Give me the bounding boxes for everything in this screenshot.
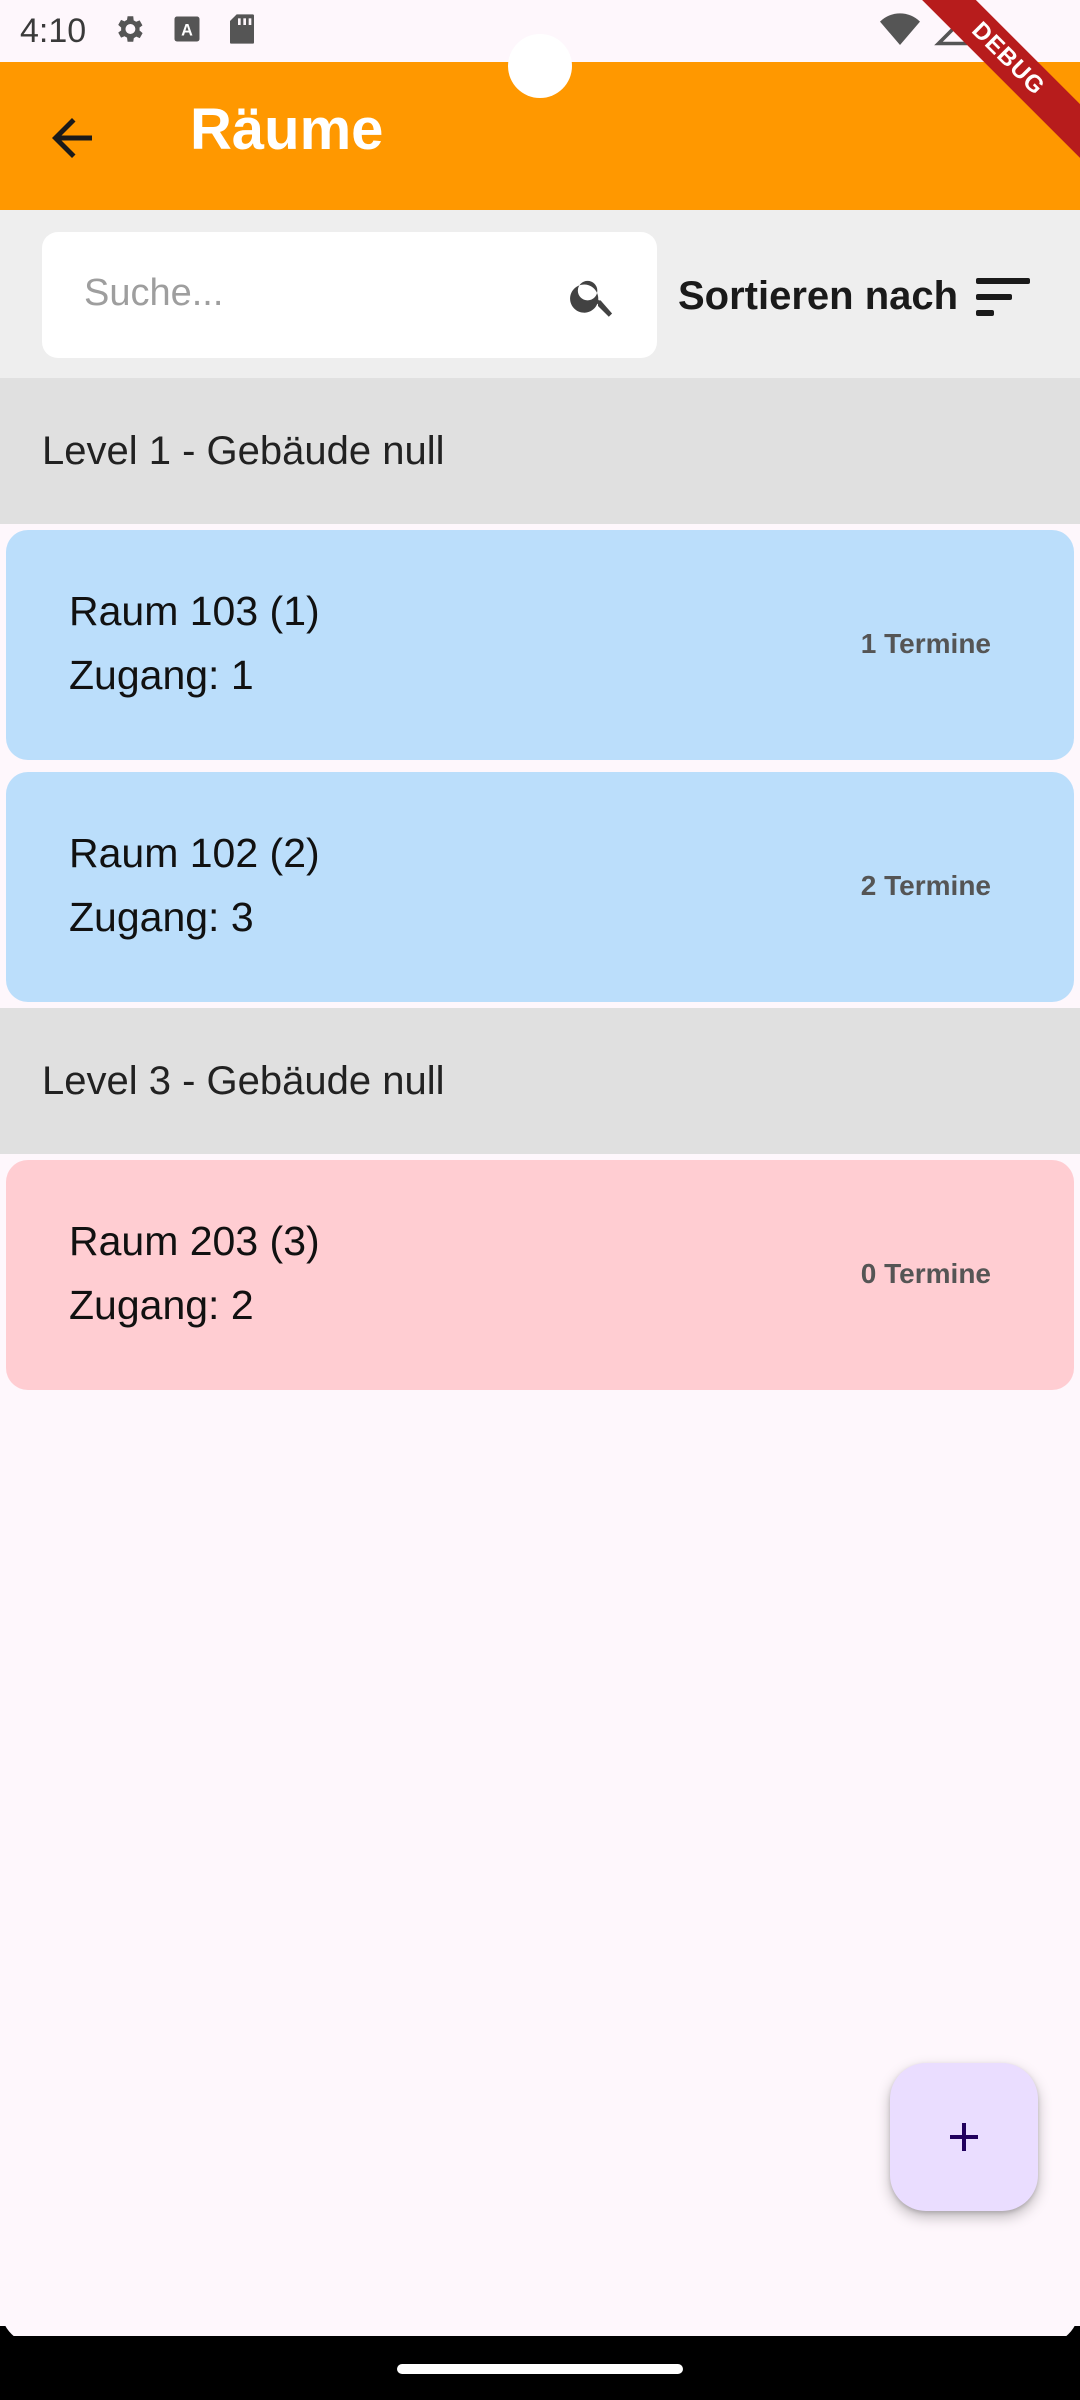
settings-icon bbox=[112, 12, 146, 51]
room-access: Zugang: 3 bbox=[69, 894, 254, 940]
room-card-102[interactable]: Raum 102 (2) Zugang: 3 2 Termine bbox=[6, 772, 1074, 1002]
font-app-icon: A bbox=[172, 14, 202, 49]
room-name: Raum 102 (2) bbox=[69, 830, 320, 876]
arrow-back-icon bbox=[52, 118, 92, 158]
section-header-label: Level 3 - Gebäude null bbox=[42, 1058, 445, 1103]
search-input[interactable]: Suche... bbox=[42, 232, 657, 358]
plus-icon bbox=[950, 2123, 978, 2151]
sort-label: Sortieren nach bbox=[678, 273, 959, 318]
room-access: Zugang: 2 bbox=[69, 1282, 254, 1328]
appointment-count: 1 Termine bbox=[860, 628, 991, 659]
room-name: Raum 103 (1) bbox=[69, 588, 320, 634]
room-name: Raum 203 (3) bbox=[69, 1218, 320, 1264]
back-button[interactable] bbox=[42, 108, 102, 168]
home-gesture-handle[interactable] bbox=[397, 2364, 683, 2374]
search-sort-bar: Suche... Sortieren nach bbox=[0, 210, 1080, 378]
room-card-103[interactable]: Raum 103 (1) Zugang: 1 1 Termine bbox=[6, 530, 1074, 760]
search-placeholder: Suche... bbox=[84, 272, 224, 314]
section-header-label: Level 1 - Gebäude null bbox=[42, 428, 445, 473]
debug-label: DEBUG bbox=[910, 0, 1080, 165]
svg-text:A: A bbox=[181, 21, 193, 39]
section-header-level-3: Level 3 - Gebäude null bbox=[0, 1008, 1080, 1154]
camera-cutout bbox=[508, 34, 572, 98]
search-icon[interactable] bbox=[567, 270, 619, 322]
screen: 4:10 A Räume DEBUG Suche... Sortieren na… bbox=[0, 0, 1080, 2400]
room-access: Zugang: 1 bbox=[69, 652, 254, 698]
add-room-button[interactable] bbox=[890, 2063, 1038, 2211]
debug-banner: DEBUG bbox=[910, 0, 1080, 170]
appointment-count: 2 Termine bbox=[860, 870, 991, 901]
sort-icon bbox=[976, 278, 1031, 316]
room-card-203[interactable]: Raum 203 (3) Zugang: 2 0 Termine bbox=[6, 1160, 1074, 1390]
section-header-level-1: Level 1 - Gebäude null bbox=[0, 378, 1080, 524]
page-title: Räume bbox=[190, 97, 384, 162]
sort-button[interactable]: Sortieren nach bbox=[678, 256, 1031, 336]
status-time: 4:10 bbox=[20, 11, 87, 50]
sd-card-icon bbox=[228, 13, 256, 50]
appointment-count: 0 Termine bbox=[860, 1258, 991, 1289]
